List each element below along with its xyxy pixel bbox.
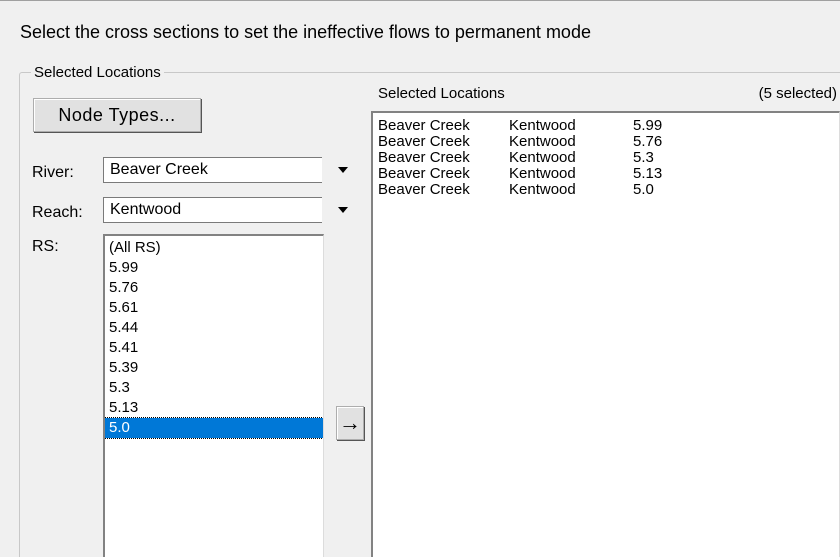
rs-list-item[interactable]: 5.3 (105, 378, 323, 398)
selected-reach-cell: Kentwood (509, 133, 576, 150)
selected-river-cell: Beaver Creek (378, 117, 470, 134)
selected-river-cell: Beaver Creek (378, 181, 470, 198)
selected-location-row[interactable]: Beaver Creek Kentwood 5.3 (373, 150, 839, 166)
selected-locations-title: Selected Locations (378, 85, 505, 102)
group-legend: Selected Locations (31, 64, 164, 81)
river-dropdown-value: Beaver Creek (103, 157, 322, 183)
selected-locations-header: Selected Locations (5 selected) (378, 85, 840, 102)
selected-location-row[interactable]: Beaver Creek Kentwood 5.0 (373, 182, 839, 198)
selected-river-cell: Beaver Creek (378, 149, 470, 166)
rs-list-item[interactable]: 5.61 (105, 298, 323, 318)
selected-rs-cell: 5.99 (633, 117, 663, 134)
selected-location-row[interactable]: Beaver Creek Kentwood 5.13 (373, 166, 839, 182)
selected-reach-cell: Kentwood (509, 165, 576, 182)
rs-list-item[interactable]: 5.76 (105, 278, 323, 298)
instruction-text: Select the cross sections to set the ine… (20, 22, 591, 42)
rs-list-item[interactable]: 5.41 (105, 338, 323, 358)
reach-dropdown-arrow[interactable] (328, 197, 358, 223)
selected-location-row[interactable]: Beaver Creek Kentwood 5.76 (373, 134, 839, 150)
selected-river-cell: Beaver Creek (378, 165, 470, 182)
rs-list-item[interactable]: 5.44 (105, 318, 323, 338)
rs-items: (All RS) 5.99 5.76 5.61 5.44 5.41 5.39 5.3 5.13 5… (105, 236, 323, 439)
river-dropdown-arrow[interactable] (328, 157, 358, 183)
river-dropdown[interactable]: Beaver Creek (103, 157, 358, 183)
reach-label: Reach: (32, 204, 83, 221)
chevron-down-icon (338, 167, 348, 173)
selected-river-cell: Beaver Creek (378, 133, 470, 150)
selected-reach-cell: Kentwood (509, 117, 576, 134)
rs-list-item[interactable]: 5.0 (105, 417, 323, 439)
rs-list-item[interactable]: 5.99 (105, 258, 323, 278)
selected-locations-list[interactable]: Beaver Creek Kentwood 5.99 Beaver Creek Kent… (371, 111, 840, 557)
selected-rs-cell: 5.13 (633, 165, 663, 182)
window-top-border (0, 0, 840, 4)
node-types-button[interactable]: Node Types... (33, 98, 201, 132)
reach-dropdown[interactable]: Kentwood (103, 197, 358, 223)
selected-reach-cell: Kentwood (509, 149, 576, 166)
selected-rs-cell: 5.0 (633, 181, 654, 198)
selected-count: (5 selected) (758, 85, 837, 102)
chevron-down-icon (338, 207, 348, 213)
river-label: River: (32, 164, 74, 181)
selected-rs-cell: 5.76 (633, 133, 663, 150)
ineffective-flows-window: Select the cross sections to set the ine… (0, 0, 840, 557)
rs-list-item[interactable]: (All RS) (105, 238, 323, 258)
rs-list-item[interactable]: 5.13 (105, 398, 323, 418)
rs-label: RS: (32, 238, 59, 255)
selected-rs-cell: 5.3 (633, 149, 654, 166)
selected-location-row[interactable]: Beaver Creek Kentwood 5.99 (373, 118, 839, 134)
add-selection-arrow-button[interactable]: → (336, 406, 364, 440)
rs-listbox[interactable]: (All RS) 5.99 5.76 5.61 5.44 5.41 5.39 5.3 5.13 5… (103, 234, 324, 557)
selected-rows: Beaver Creek Kentwood 5.99 Beaver Creek Kent… (373, 113, 839, 198)
selected-reach-cell: Kentwood (509, 181, 576, 198)
rs-list-item[interactable]: 5.39 (105, 358, 323, 378)
reach-dropdown-value: Kentwood (103, 197, 322, 223)
